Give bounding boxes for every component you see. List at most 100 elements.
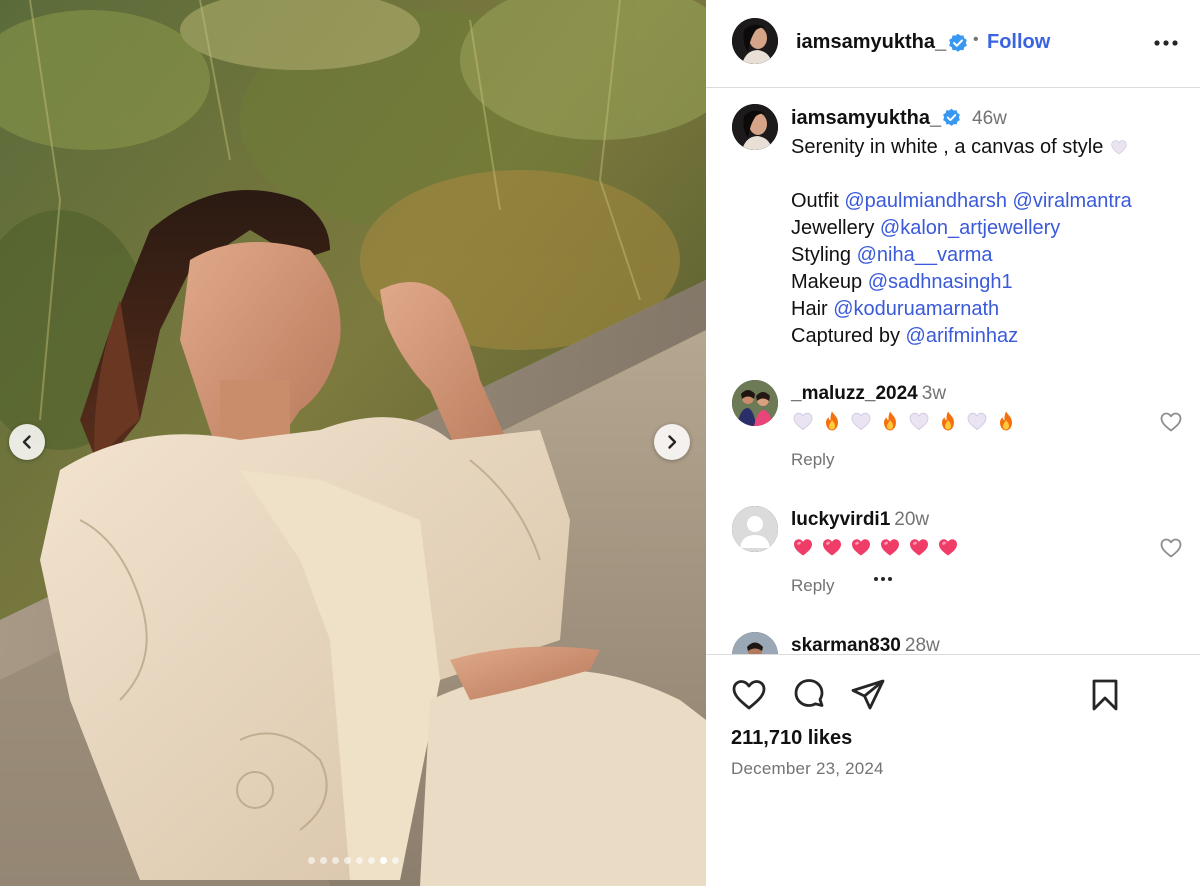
comment-header: skarman830 28w [791,635,940,654]
mention-link[interactable]: @paulmiandharsh [844,190,1007,212]
mention-link[interactable]: @viralmantra [1013,190,1132,212]
commenter-avatar-image [732,380,778,426]
like-button[interactable] [731,677,767,713]
comment-text [792,410,1017,432]
commenter-avatar[interactable] [732,632,778,654]
slide-indicator [0,857,706,864]
heart-outline-icon [1160,412,1182,432]
bookmark-icon [1092,679,1118,711]
share-button[interactable] [850,677,886,713]
caption-credit-label: Styling [791,244,857,266]
slide-dot [367,857,375,864]
caption-author-avatar[interactable] [732,104,778,150]
fire-emoji-icon [826,411,838,431]
caption-username[interactable]: iamsamyuktha_ [791,107,941,130]
post-date: December 23, 2024 [731,759,884,778]
commenter-username[interactable]: luckyvirdi1 [791,509,890,530]
comment-timestamp[interactable]: 28w [905,635,940,654]
post-header: iamsamyuktha_ • Follow [706,0,1200,88]
mention-link[interactable]: @koduruamarnath [833,298,999,320]
caption-line: Serenity in white , a canvas of style [791,134,1132,161]
caption-line [791,161,1132,188]
mention-link[interactable]: @sadhnasingh1 [868,271,1013,293]
post-side-panel: iamsamyuktha_ • Follow iamsamyuktha_ 46w… [706,0,1200,886]
commenter-avatar[interactable] [732,506,778,552]
white-heart-emoji-icon [1111,140,1127,155]
slide-dot [331,857,339,864]
caption-text: Serenity in white , a canvas of style Ou… [791,134,1132,350]
caption-line: Hair @koduruamarnath [791,296,1132,323]
slide-dot [391,857,399,864]
paper-plane-icon [851,679,885,710]
white-heart-emoji-icon [851,412,871,430]
pink-heart-emoji-icon [794,539,812,556]
white-heart-emoji-icon [909,412,929,430]
comment-like-button[interactable] [1159,536,1183,560]
comment-timestamp[interactable]: 3w [922,383,946,404]
header-separator: • [973,31,979,48]
mention-link[interactable]: @kalon_artjewellery [880,217,1060,239]
commenter-avatar[interactable] [732,380,778,426]
pink-heart-emoji-icon [823,539,841,556]
post-media[interactable] [0,0,706,886]
follow-button[interactable]: Follow [987,31,1050,54]
post-photo [0,0,706,886]
caption-credit-label: Jewellery [791,217,880,239]
save-button[interactable] [1087,677,1123,713]
more-options-button[interactable] [1153,30,1179,56]
heart-outline-icon [1160,538,1182,558]
caption-avatar-image [732,104,778,150]
comment-button[interactable] [791,677,827,713]
white-heart-emoji-icon [1109,138,1129,156]
caption-line: Captured by @arifminhaz [791,323,1132,350]
reply-button[interactable]: Reply [791,450,834,470]
caption-credit-label: Makeup [791,271,868,293]
comment-item: luckyvirdi1 20w Reply [706,506,1200,616]
more-horizontal-icon [874,577,892,581]
comment-header: _maluzz_2024 3w [791,383,946,405]
slide-dot [343,857,351,864]
comment-bubble-icon [794,679,824,707]
white-heart-emoji-icon [967,412,987,430]
previous-slide-button[interactable] [9,424,45,460]
next-slide-button[interactable] [654,424,690,460]
slide-dot [355,857,363,864]
caption-line: Styling @niha__varma [791,242,1132,269]
fire-emoji-icon [884,411,896,431]
pink-heart-emoji-icon [881,539,899,556]
commenter-username[interactable]: _maluzz_2024 [791,383,918,404]
mention-link[interactable]: @niha__varma [857,244,993,266]
white-heart-emoji-icon [793,412,813,430]
pink-heart-emoji-icon [910,539,928,556]
caption-line: Makeup @sadhnasingh1 [791,269,1132,296]
commenter-avatar-image [732,632,778,654]
caption-timestamp[interactable]: 46w [972,108,1007,130]
comment-item: skarman830 28w [706,632,1200,654]
comment-like-button[interactable] [1159,410,1183,434]
more-horizontal-icon [1154,40,1178,46]
caption-credit-label: Captured by [791,325,906,347]
author-avatar[interactable] [732,18,778,64]
slide-dot [319,857,327,864]
comment-options-button[interactable] [870,569,896,589]
author-avatar-image [732,18,778,64]
comment-timestamp[interactable]: 20w [894,509,929,530]
like-count[interactable]: 211,710 likes [731,727,852,750]
reply-button[interactable]: Reply [791,576,834,596]
author-username[interactable]: iamsamyuktha_ [796,31,946,54]
caption-credit-label: Outfit [791,190,845,212]
verified-badge-icon [948,33,968,53]
fire-emoji-icon [942,411,954,431]
caption-line: Outfit @paulmiandharsh @viralmantra [791,188,1132,215]
comment-header: luckyvirdi1 20w [791,509,929,531]
comment-item: _maluzz_2024 3w Reply [706,380,1200,490]
commenter-username[interactable]: skarman830 [791,635,901,654]
chevron-left-icon [22,435,31,449]
caption-line-text: Serenity in white , a canvas of style [791,136,1109,158]
caption-line: Jewellery @kalon_artjewellery [791,215,1132,242]
caption-credit-label: Hair [791,298,834,320]
pink-heart-emoji-icon [852,539,870,556]
mention-link[interactable]: @arifminhaz [906,325,1019,347]
comments-list[interactable]: _maluzz_2024 3w Reply luckyvirdi1 20w Reply sk… [706,360,1200,654]
caption-verified-badge-icon [942,108,961,127]
